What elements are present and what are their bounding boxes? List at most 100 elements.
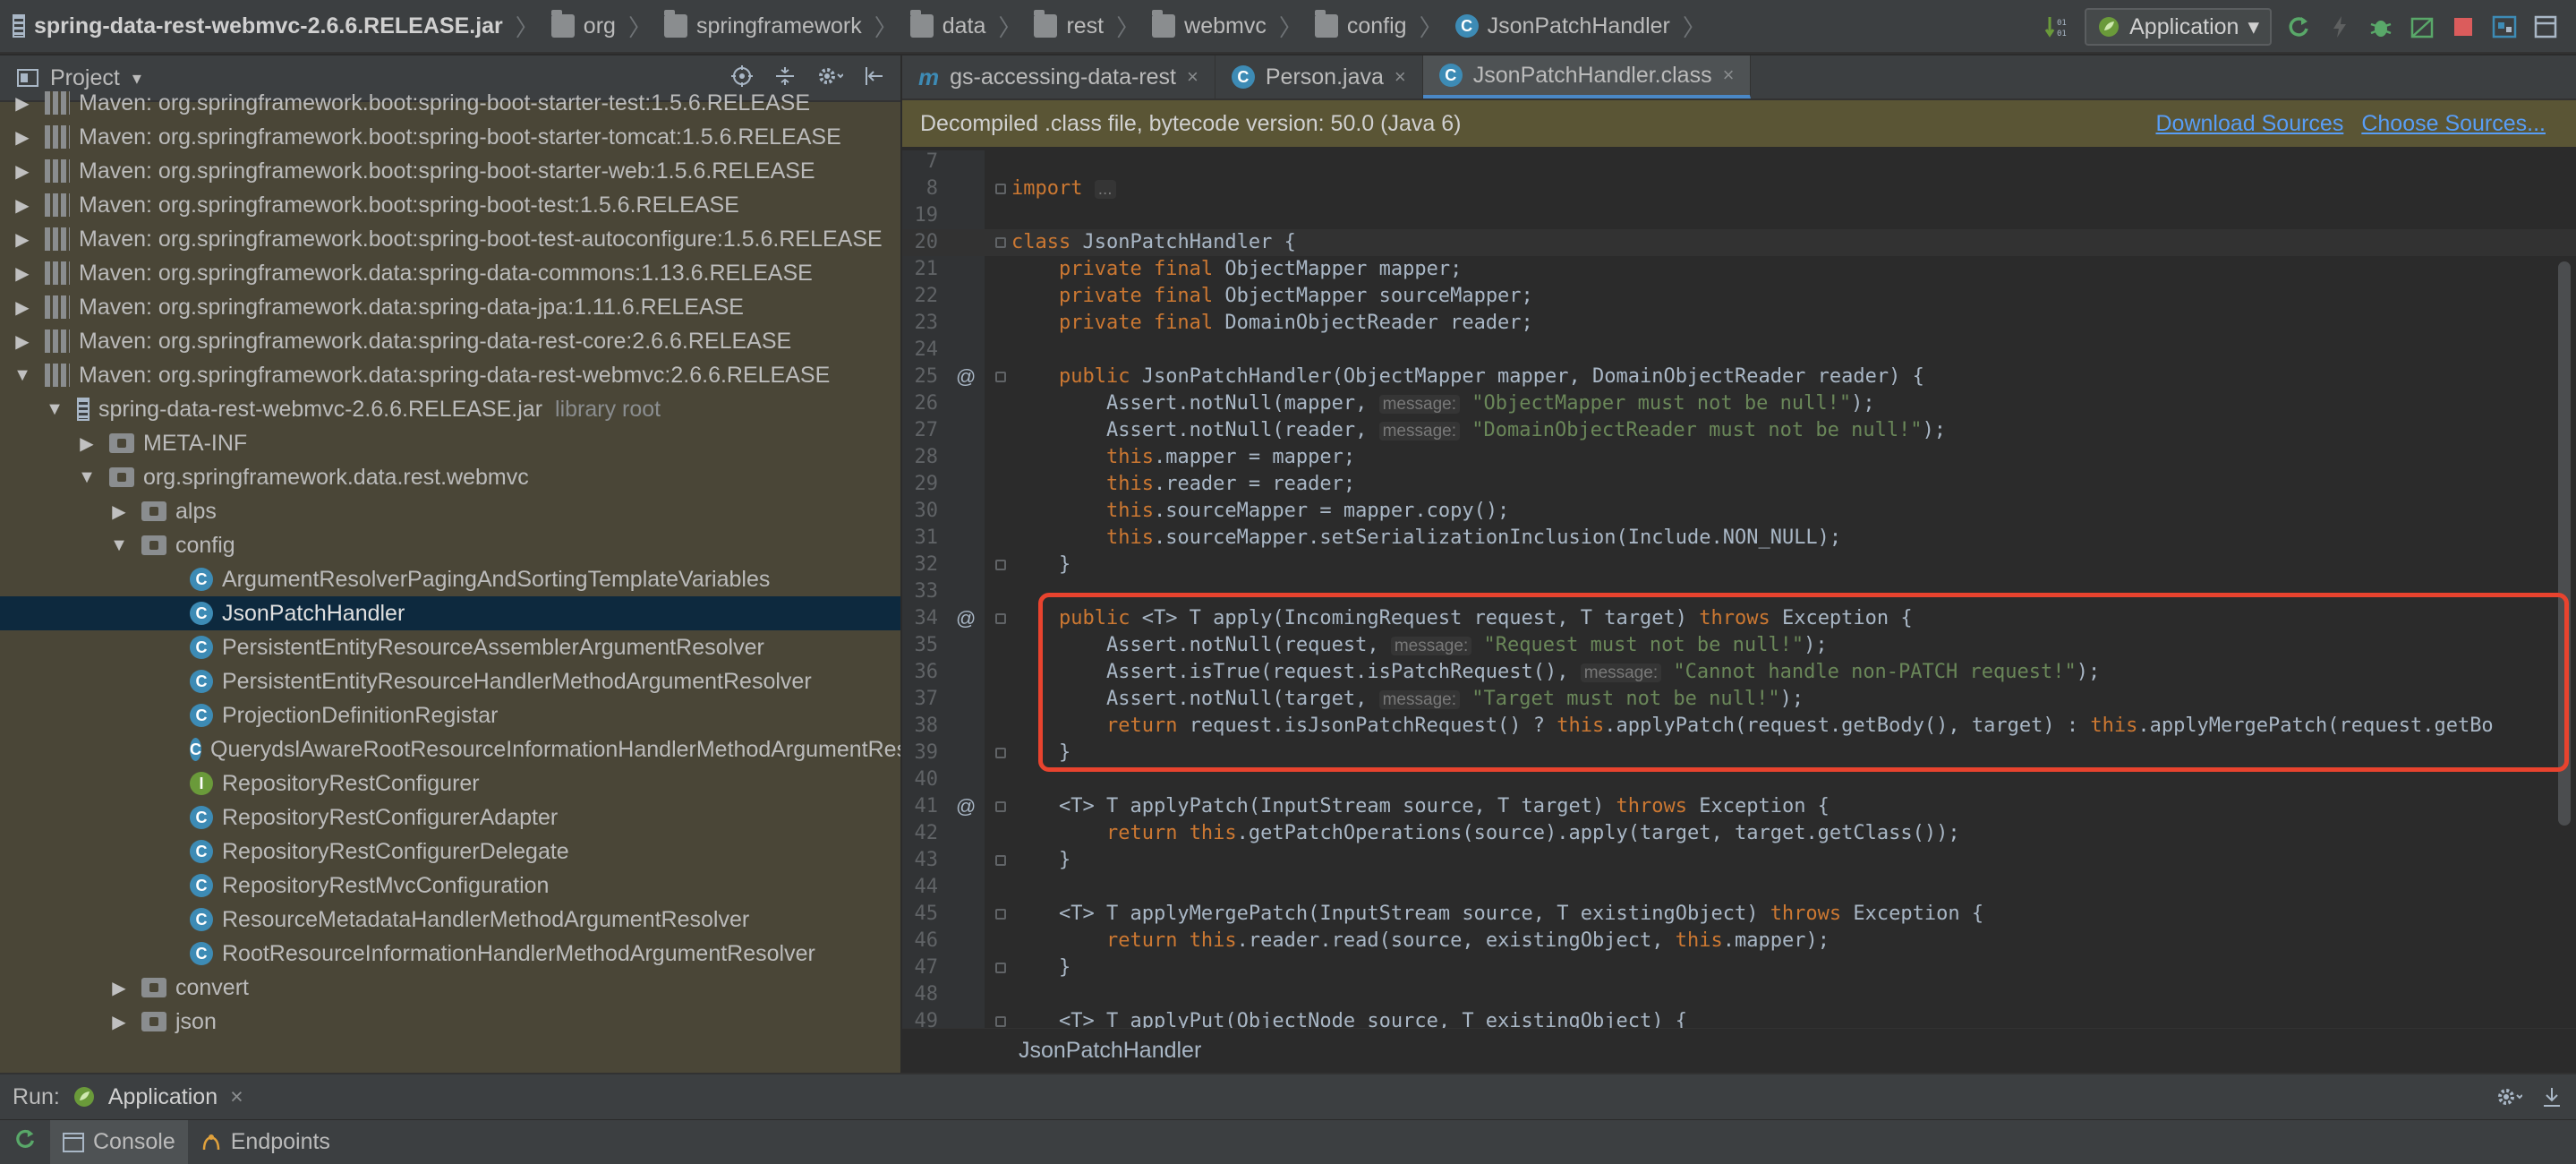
close-icon[interactable]: × xyxy=(1723,64,1735,87)
tree-item[interactable]: ▶ Maven: org.springframework.boot:spring-… xyxy=(0,188,900,222)
tree-item[interactable]: C QuerydslAwareRootResourceInformationHan… xyxy=(0,732,900,766)
collapsed-arrow-icon[interactable]: ▶ xyxy=(13,296,32,319)
tree-item[interactable]: C RootResourceInformationHandlerMethodArg… xyxy=(0,937,900,971)
code-line[interactable]: 31 this.sourceMapper.setSerializationInc… xyxy=(902,525,2576,552)
tree-item[interactable]: C ProjectionDefinitionRegistar xyxy=(0,698,900,732)
fold-icon[interactable] xyxy=(995,748,1006,758)
breadcrumb-item[interactable]: data 〉 xyxy=(898,0,1021,53)
tree-item[interactable]: ▶ Maven: org.springframework.boot:spring-… xyxy=(0,154,900,188)
tree-item[interactable]: ▶ Maven: org.springframework.boot:spring-… xyxy=(0,120,900,154)
tree-item[interactable]: ▶ Maven: org.springframework.boot:spring-… xyxy=(0,86,900,120)
expanded-arrow-icon[interactable]: ▼ xyxy=(13,365,32,386)
stop-icon[interactable] xyxy=(2449,13,2478,41)
code-line[interactable]: 23 private final DomainObjectReader read… xyxy=(902,310,2576,337)
code-line[interactable]: 41 @ <T> T applyPatch(InputStream source,… xyxy=(902,793,2576,820)
code-line[interactable]: 45 <T> T applyMergePatch(InputStream sou… xyxy=(902,901,2576,928)
tree-item[interactable]: C PersistentEntityResourceAssemblerArgume… xyxy=(0,630,900,664)
fold-icon[interactable] xyxy=(995,963,1006,973)
close-icon[interactable]: × xyxy=(1187,65,1198,89)
tree-item[interactable]: ▼ Maven: org.springframework.data:spring-… xyxy=(0,358,900,392)
fold-icon[interactable] xyxy=(995,1016,1006,1027)
breadcrumb-item[interactable]: config 〉 xyxy=(1302,0,1443,53)
tree-item[interactable]: ▶ Maven: org.springframework.data:spring-… xyxy=(0,290,900,324)
fold-icon[interactable] xyxy=(995,237,1006,248)
code-line[interactable]: 27 Assert.notNull(reader, message: "Doma… xyxy=(902,417,2576,444)
gear-icon[interactable] xyxy=(2495,1085,2523,1115)
minimize-icon[interactable] xyxy=(2540,1085,2563,1115)
code-line[interactable]: 48 xyxy=(902,981,2576,1008)
tree-item[interactable]: ▶ Maven: org.springframework.boot:spring-… xyxy=(0,222,900,256)
collapsed-arrow-icon[interactable]: ▶ xyxy=(13,330,32,353)
code-line[interactable]: 20 class JsonPatchHandler { xyxy=(902,229,2576,256)
code-line[interactable]: 19 xyxy=(902,202,2576,229)
code-line[interactable]: 28 this.mapper = mapper; xyxy=(902,444,2576,471)
collapsed-arrow-icon[interactable]: ▶ xyxy=(109,1011,129,1033)
fold-icon[interactable] xyxy=(995,909,1006,920)
tree-item[interactable]: C JsonPatchHandler xyxy=(0,596,900,630)
rerun-icon[interactable] xyxy=(2284,13,2313,41)
tree-item[interactable]: ▶ alps xyxy=(0,494,900,528)
endpoints-tab[interactable]: Endpoints xyxy=(188,1120,343,1164)
collapsed-arrow-icon[interactable]: ▶ xyxy=(13,160,32,183)
collapsed-arrow-icon[interactable]: ▶ xyxy=(13,92,32,115)
layout-icon[interactable] xyxy=(2531,13,2560,41)
collapsed-arrow-icon[interactable]: ▶ xyxy=(13,194,32,217)
collapsed-arrow-icon[interactable]: ▶ xyxy=(13,126,32,149)
expanded-arrow-icon[interactable]: ▼ xyxy=(45,399,64,420)
tree-item[interactable]: C ArgumentResolverPagingAndSortingTemplat… xyxy=(0,562,900,596)
tree-item[interactable]: ▶ convert xyxy=(0,971,900,1005)
tree-item[interactable]: I RepositoryRestConfigurer xyxy=(0,766,900,800)
annotation-marker-icon[interactable]: @ xyxy=(956,793,976,820)
code-line[interactable]: 44 xyxy=(902,874,2576,901)
annotation-marker-icon[interactable]: @ xyxy=(956,605,976,632)
close-icon[interactable]: × xyxy=(230,1084,243,1110)
expanded-arrow-icon[interactable]: ▼ xyxy=(109,535,129,556)
code-line[interactable]: 32 } xyxy=(902,552,2576,578)
collapsed-arrow-icon[interactable]: ▶ xyxy=(13,228,32,251)
tree-item[interactable]: ▼ org.springframework.data.rest.webmvc xyxy=(0,460,900,494)
fold-icon[interactable] xyxy=(995,613,1006,624)
code-line[interactable]: 47 } xyxy=(902,954,2576,981)
tree-item[interactable]: ▶ json xyxy=(0,1005,900,1039)
code-line[interactable]: 21 private final ObjectMapper mapper; xyxy=(902,256,2576,283)
collapsed-arrow-icon[interactable]: ▶ xyxy=(13,262,32,285)
code-line[interactable]: 25 @ public JsonPatchHandler(ObjectMapper… xyxy=(902,364,2576,390)
collapsed-arrow-icon[interactable]: ▶ xyxy=(109,977,129,999)
tree-item[interactable]: ▶ Maven: org.springframework.data:spring-… xyxy=(0,324,900,358)
collapsed-arrow-icon[interactable]: ▶ xyxy=(109,501,129,523)
breadcrumb-item[interactable]: spring-data-rest-webmvc-2.6.6.RELEASE.ja… xyxy=(0,0,539,53)
fold-icon[interactable] xyxy=(995,801,1006,812)
tree-item[interactable]: C RepositoryRestConfigurerDelegate xyxy=(0,834,900,869)
code-line[interactable]: 29 this.reader = reader; xyxy=(902,471,2576,498)
code-line[interactable]: 8 import ... xyxy=(902,175,2576,202)
debug-icon[interactable] xyxy=(2367,13,2395,41)
breadcrumb-item[interactable]: C JsonPatchHandler 〉 xyxy=(1443,0,1706,53)
fold-icon[interactable] xyxy=(995,372,1006,382)
breadcrumb-item[interactable]: rest 〉 xyxy=(1021,0,1139,53)
build-icon[interactable]: 01 01 xyxy=(2043,13,2072,41)
tree-item[interactable]: C ResourceMetadataHandlerMethodArgumentRe… xyxy=(0,903,900,937)
editor-tab[interactable]: C JsonPatchHandler.class × xyxy=(1422,56,1752,98)
code-line[interactable]: 30 this.sourceMapper = mapper.copy(); xyxy=(902,498,2576,525)
run-tab-application[interactable]: Application xyxy=(108,1084,218,1110)
code-area[interactable]: 7 8 import ... 19 20 class JsonPatchHandler {… xyxy=(902,149,2576,1032)
coverage-icon[interactable] xyxy=(2408,13,2436,41)
fold-icon[interactable] xyxy=(995,184,1006,194)
code-line[interactable]: 26 Assert.notNull(mapper, message: "Obje… xyxy=(902,390,2576,417)
breadcrumb-item[interactable]: springframework 〉 xyxy=(652,0,898,53)
fold-icon[interactable] xyxy=(995,855,1006,866)
code-line[interactable]: 7 xyxy=(902,149,2576,175)
run-configuration-select[interactable]: Application ▾ xyxy=(2085,8,2272,46)
collapsed-arrow-icon[interactable]: ▶ xyxy=(77,432,97,455)
tree-item[interactable]: C PersistentEntityResourceHandlerMethodAr… xyxy=(0,664,900,698)
tree-item[interactable]: C RepositoryRestMvcConfiguration xyxy=(0,869,900,903)
tree-item[interactable]: ▶ Maven: org.springframework.data:spring-… xyxy=(0,256,900,290)
lightning-icon[interactable] xyxy=(2325,13,2354,41)
breadcrumb-item[interactable]: org 〉 xyxy=(539,0,652,53)
tree-item[interactable]: ▼ spring-data-rest-webmvc-2.6.6.RELEASE.j… xyxy=(0,392,900,426)
tree-item[interactable]: C RepositoryRestConfigurerAdapter xyxy=(0,800,900,834)
tree-item[interactable]: ▼ config xyxy=(0,528,900,562)
project-structure-icon[interactable] xyxy=(2490,13,2519,41)
close-icon[interactable]: × xyxy=(1395,65,1406,89)
rerun-icon[interactable] xyxy=(0,1126,50,1158)
